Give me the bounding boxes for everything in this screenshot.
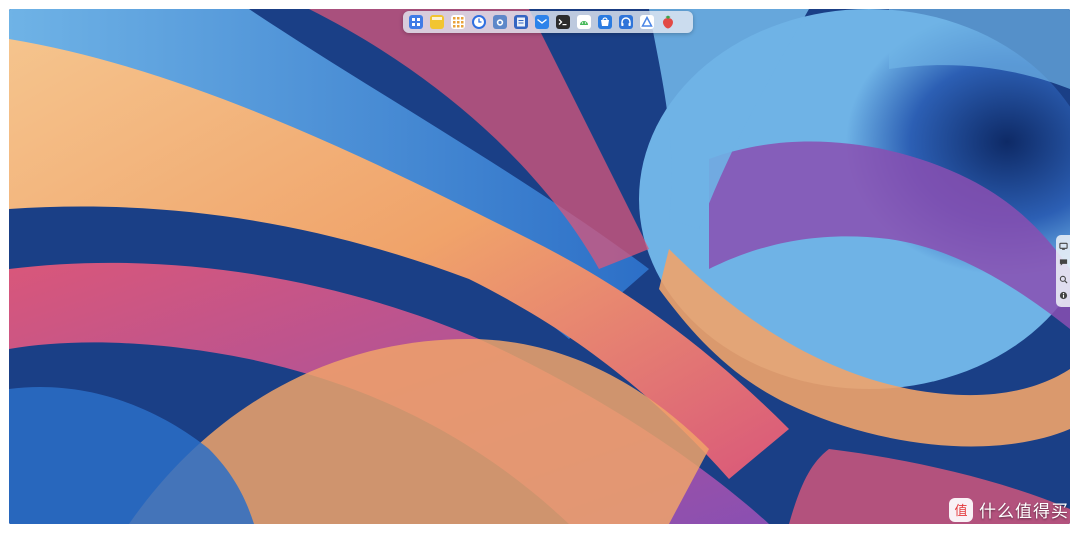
desktop[interactable] bbox=[9, 9, 1070, 524]
camera-icon[interactable] bbox=[491, 13, 509, 31]
files-icon[interactable] bbox=[512, 13, 530, 31]
notes-icon[interactable] bbox=[428, 13, 446, 31]
watermark-logo-char: 值 bbox=[954, 503, 967, 519]
chat-icon[interactable] bbox=[1058, 258, 1068, 268]
triangle-app-icon[interactable] bbox=[638, 13, 656, 31]
watermark-text: 什么值得买 bbox=[979, 502, 1069, 522]
launcher-icon[interactable] bbox=[407, 13, 425, 31]
wallpaper bbox=[9, 9, 1070, 524]
strawberry-icon[interactable] bbox=[659, 13, 677, 31]
android-icon[interactable] bbox=[575, 13, 593, 31]
monitor-icon[interactable] bbox=[1058, 241, 1068, 251]
watermark: 值 什么值得买 bbox=[949, 497, 1069, 522]
mail-icon[interactable] bbox=[533, 13, 551, 31]
dock bbox=[403, 11, 693, 33]
app-grid-icon[interactable] bbox=[449, 13, 467, 31]
search-icon[interactable] bbox=[1058, 274, 1068, 284]
watermark-logo-icon: 值 bbox=[949, 497, 973, 522]
quick-side-panel bbox=[1056, 235, 1070, 307]
info-icon[interactable] bbox=[1058, 291, 1068, 301]
terminal-icon[interactable] bbox=[554, 13, 572, 31]
app-store-icon[interactable] bbox=[596, 13, 614, 31]
headphones-icon[interactable] bbox=[617, 13, 635, 31]
clock-icon[interactable] bbox=[470, 13, 488, 31]
